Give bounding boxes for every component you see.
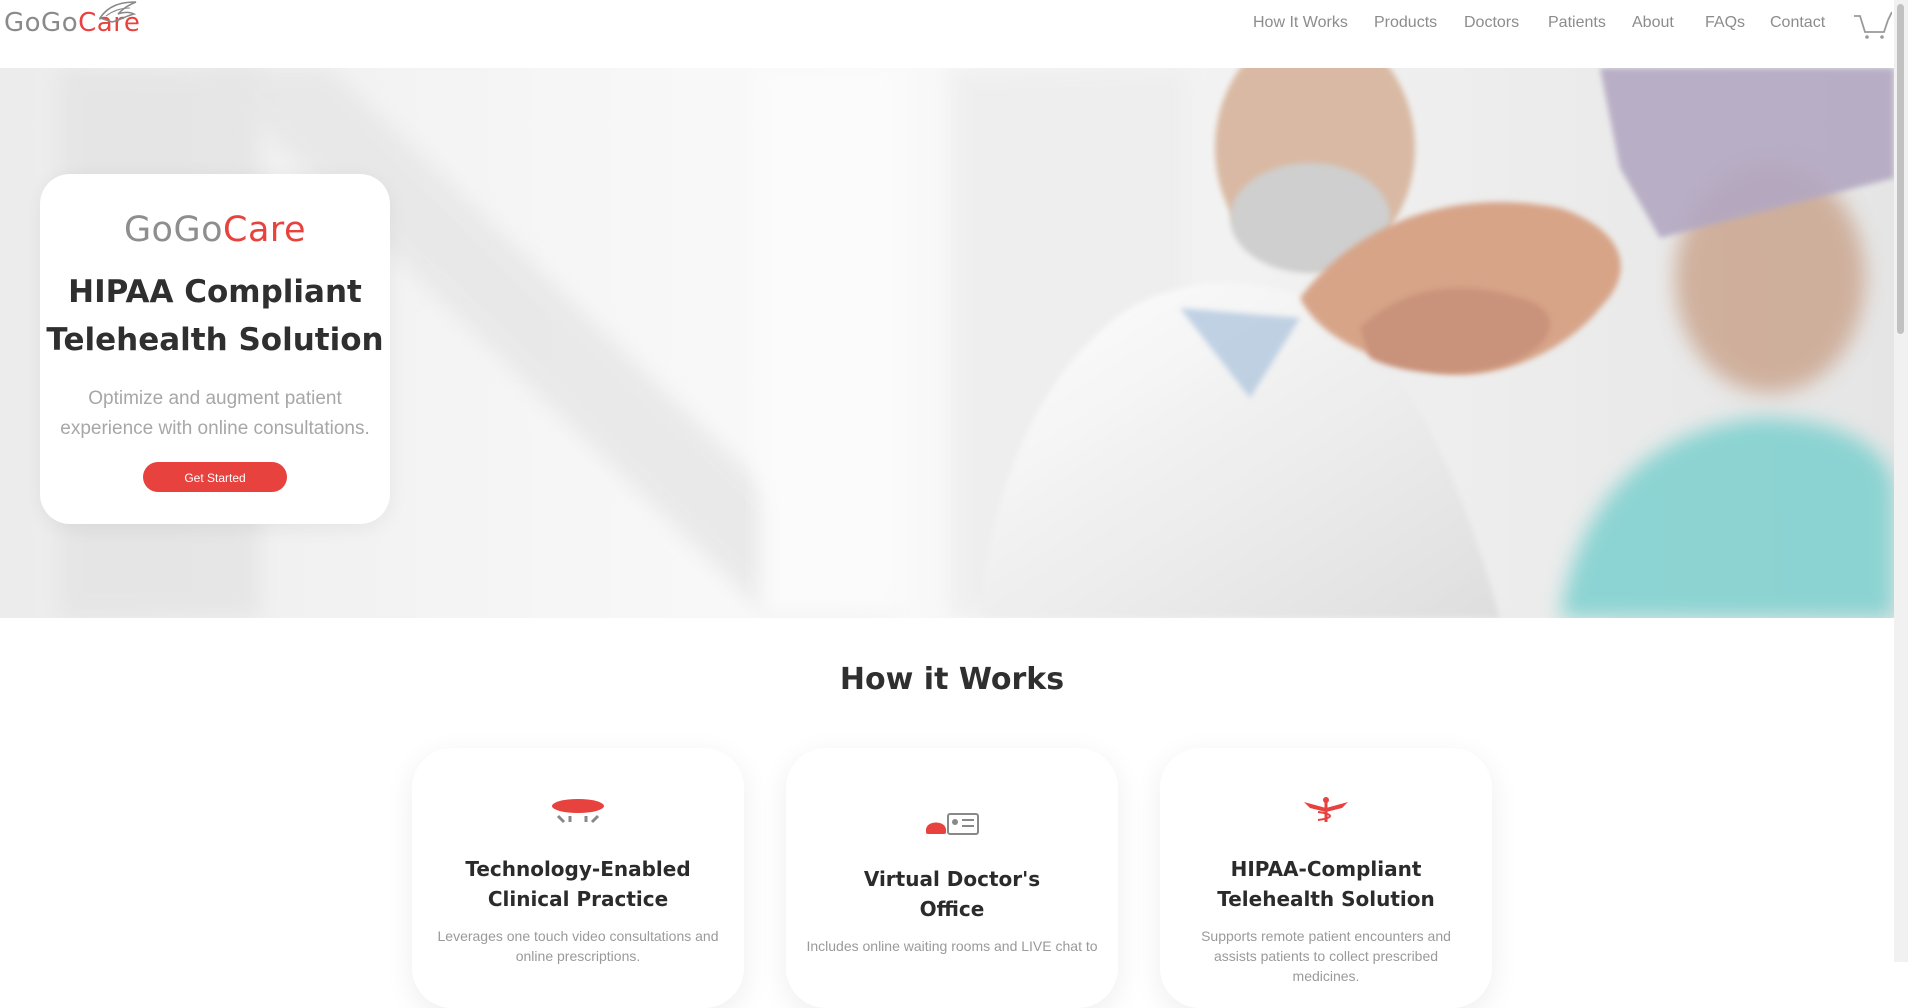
feature-text-line2: assists patients to collect prescribed m… [1213,948,1439,984]
caduceus-icon [1304,797,1348,822]
feature-text-line1: Supports remote patient encounters and [1201,928,1451,944]
logo-wing-icon [98,1,137,23]
hero-logo-gogo: GoGo [123,210,224,250]
hero-subtitle-line1: Optimize and augment patient [88,388,342,409]
feature-title-line1: Virtual Doctor's [863,867,1041,891]
feature-text: Leverages one touch video consultations … [432,926,724,966]
get-started-button[interactable]: Get Started [143,462,287,492]
hero-logo-care: Care [223,210,307,250]
feature-title: Virtual Doctor's Office [786,864,1118,924]
feature-title-line1: Technology-Enabled [465,857,691,881]
hero-subtitle-line2: experience with online consultations. [60,418,370,439]
nav-products[interactable]: Products [1374,14,1437,32]
hero-banner: GoGoCare HIPAA Compliant Telehealth Solu… [0,68,1894,618]
feature-card-virtual-office: Virtual Doctor's Office Includes online … [786,748,1118,1008]
hero-title-line2: Telehealth Solution [46,322,384,358]
site-header: GoGoCare How It Works Products Doctors P… [0,0,1908,68]
feature-title-line2: Telehealth Solution [1217,887,1435,911]
how-it-works-heading: How it Works [839,662,1065,697]
phone-card-icon [926,813,979,835]
logo-gogo-text: GoGo [4,8,79,38]
nav-how-it-works[interactable]: How It Works [1253,14,1348,32]
page-scrollbar[interactable] [1894,0,1908,962]
hero-title: HIPAA Compliant Telehealth Solution [40,268,390,364]
nav-doctors[interactable]: Doctors [1464,14,1519,32]
feature-text: Includes online waiting rooms and LIVE c… [806,936,1098,956]
feature-title-line2: Office [919,897,985,921]
feature-text-line1: Leverages one touch video consultations … [437,928,719,944]
scrollbar-thumb[interactable] [1897,4,1904,334]
feature-title-line2: Clinical Practice [487,887,669,911]
feature-text-line1: Includes online waiting rooms and LIVE c… [806,938,1098,954]
feature-title: Technology-Enabled Clinical Practice [412,854,744,914]
hero-card: GoGoCare HIPAA Compliant Telehealth Solu… [40,174,390,524]
feature-card-clinical-practice: Technology-Enabled Clinical Practice Lev… [412,748,744,1008]
feature-title-line1: HIPAA-Compliant [1230,857,1422,881]
nav-contact[interactable]: Contact [1770,14,1825,32]
nav-faqs[interactable]: FAQs [1705,14,1745,32]
doctor-hat-icon [552,799,604,824]
hero-subtitle: Optimize and augment patient experience … [50,384,380,444]
nav-patients[interactable]: Patients [1548,14,1606,32]
hero-card-logo: GoGoCare [40,210,390,250]
feature-text: Supports remote patient encounters and a… [1180,926,1472,986]
feature-title: HIPAA-Compliant Telehealth Solution [1160,854,1492,914]
nav-about[interactable]: About [1632,14,1674,32]
hero-title-line1: HIPAA Compliant [68,274,362,310]
cart-icon[interactable] [1852,10,1892,40]
feature-card-hipaa-solution: HIPAA-Compliant Telehealth Solution Supp… [1160,748,1492,1008]
